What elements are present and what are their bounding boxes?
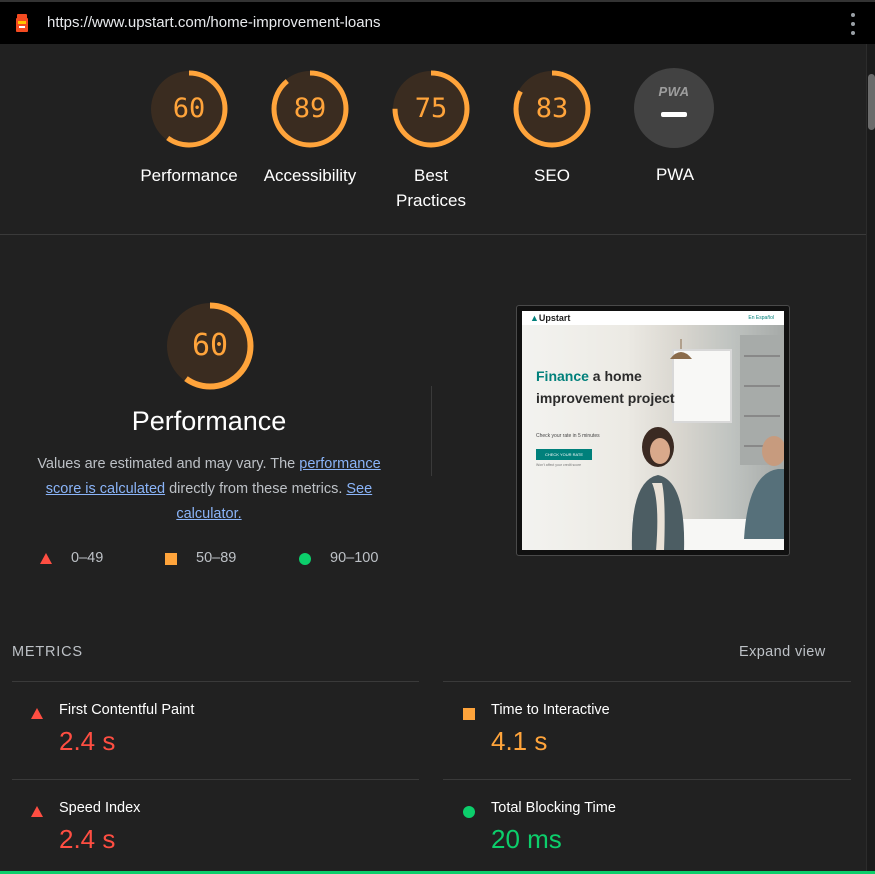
page-url: https://www.upstart.com/home-improvement… [47,14,381,31]
fail-triangle-icon [40,553,52,564]
site-nav-link: En Español [748,315,774,321]
pass-circle-icon [463,806,475,818]
site-logo: ▲Upstart [530,313,571,323]
screenshot-image: ▲Upstart En Español Finance a home impro… [522,311,784,550]
site-cta-button: CHECK YOUR RATE [536,449,592,460]
gauge-label: PWA [655,165,695,184]
gauge-best-practices[interactable]: 75 Best Practices [390,68,472,210]
fail-triangle-icon [31,708,43,719]
scrollbar-thumb[interactable] [868,74,875,130]
performance-score: 60 [191,328,229,363]
metric-divider [12,779,419,780]
gauge-score: 60 [172,93,206,124]
gauge-score: 75 [414,93,448,124]
metric-name: Total Blocking Time [491,800,616,816]
gauge-label: Best Practices [396,166,466,210]
metric-name: Speed Index [59,800,141,816]
site-subtext: Check your rate in 5 minutes [536,433,600,439]
site-small-note: Won't affect your credit score [536,463,582,467]
pwa-badge-icon: PWA [658,84,690,99]
pwa-dash [661,112,687,117]
metric-divider [443,681,851,682]
gauge-label: Accessibility [263,166,357,185]
metric-value: 4.1 s [491,726,548,756]
metric-value: 2.4 s [59,824,116,854]
metric-divider [443,779,851,780]
metric-name: First Contentful Paint [59,702,195,718]
vertical-scrollbar[interactable] [866,44,875,874]
metric-value: 20 ms [491,824,562,854]
site-headline: Finance a home improvement project [536,365,676,409]
metric-value: 2.4 s [59,726,116,756]
gauge-seo[interactable]: 83 SEO [511,68,593,185]
fail-triangle-icon [31,806,43,817]
url-bar: https://www.upstart.com/home-improvement… [0,0,875,44]
average-square-icon [165,553,177,565]
legend-range: 0–49 [71,550,104,566]
site-logo-text: Upstart [538,313,571,323]
woman-figure [631,427,685,550]
legend-range: 50–89 [196,550,237,566]
gauge-score: 83 [535,93,569,124]
gauge-pwa[interactable]: PWA [634,68,714,148]
headline-accent: Finance [536,368,589,384]
expand-view-toggle[interactable]: Expand view [739,644,826,660]
legend-range: 90–100 [330,550,379,566]
metric-name: Time to Interactive [491,702,610,718]
metric-divider [12,681,419,682]
metrics-header: METRICS [12,644,83,660]
more-options-icon[interactable] [849,13,857,35]
average-square-icon [463,708,475,720]
performance-title: Performance [131,406,287,436]
performance-gauge: 60 [164,300,256,392]
lighthouse-icon [16,14,28,32]
performance-description: Values are estimated and may vary. The p… [28,452,390,527]
divider [0,234,866,235]
lamp-icon [670,339,692,359]
man-figure [744,436,784,539]
desc-text: directly from these metrics. [165,481,347,497]
gauge-accessibility[interactable]: 89 Accessibility [264,68,356,185]
site-navbar: ▲Upstart En Español [522,311,784,325]
divider [431,386,432,476]
pass-circle-icon [299,553,311,565]
desc-text: Values are estimated and may vary. The [37,456,300,472]
final-screenshot[interactable]: ▲Upstart En Español Finance a home impro… [516,305,790,556]
gauge-performance[interactable]: 60 Performance [140,68,238,185]
report-content: 60 Performance 89 Accessibility 75 Best … [0,44,866,874]
gauge-score: 89 [293,93,327,124]
